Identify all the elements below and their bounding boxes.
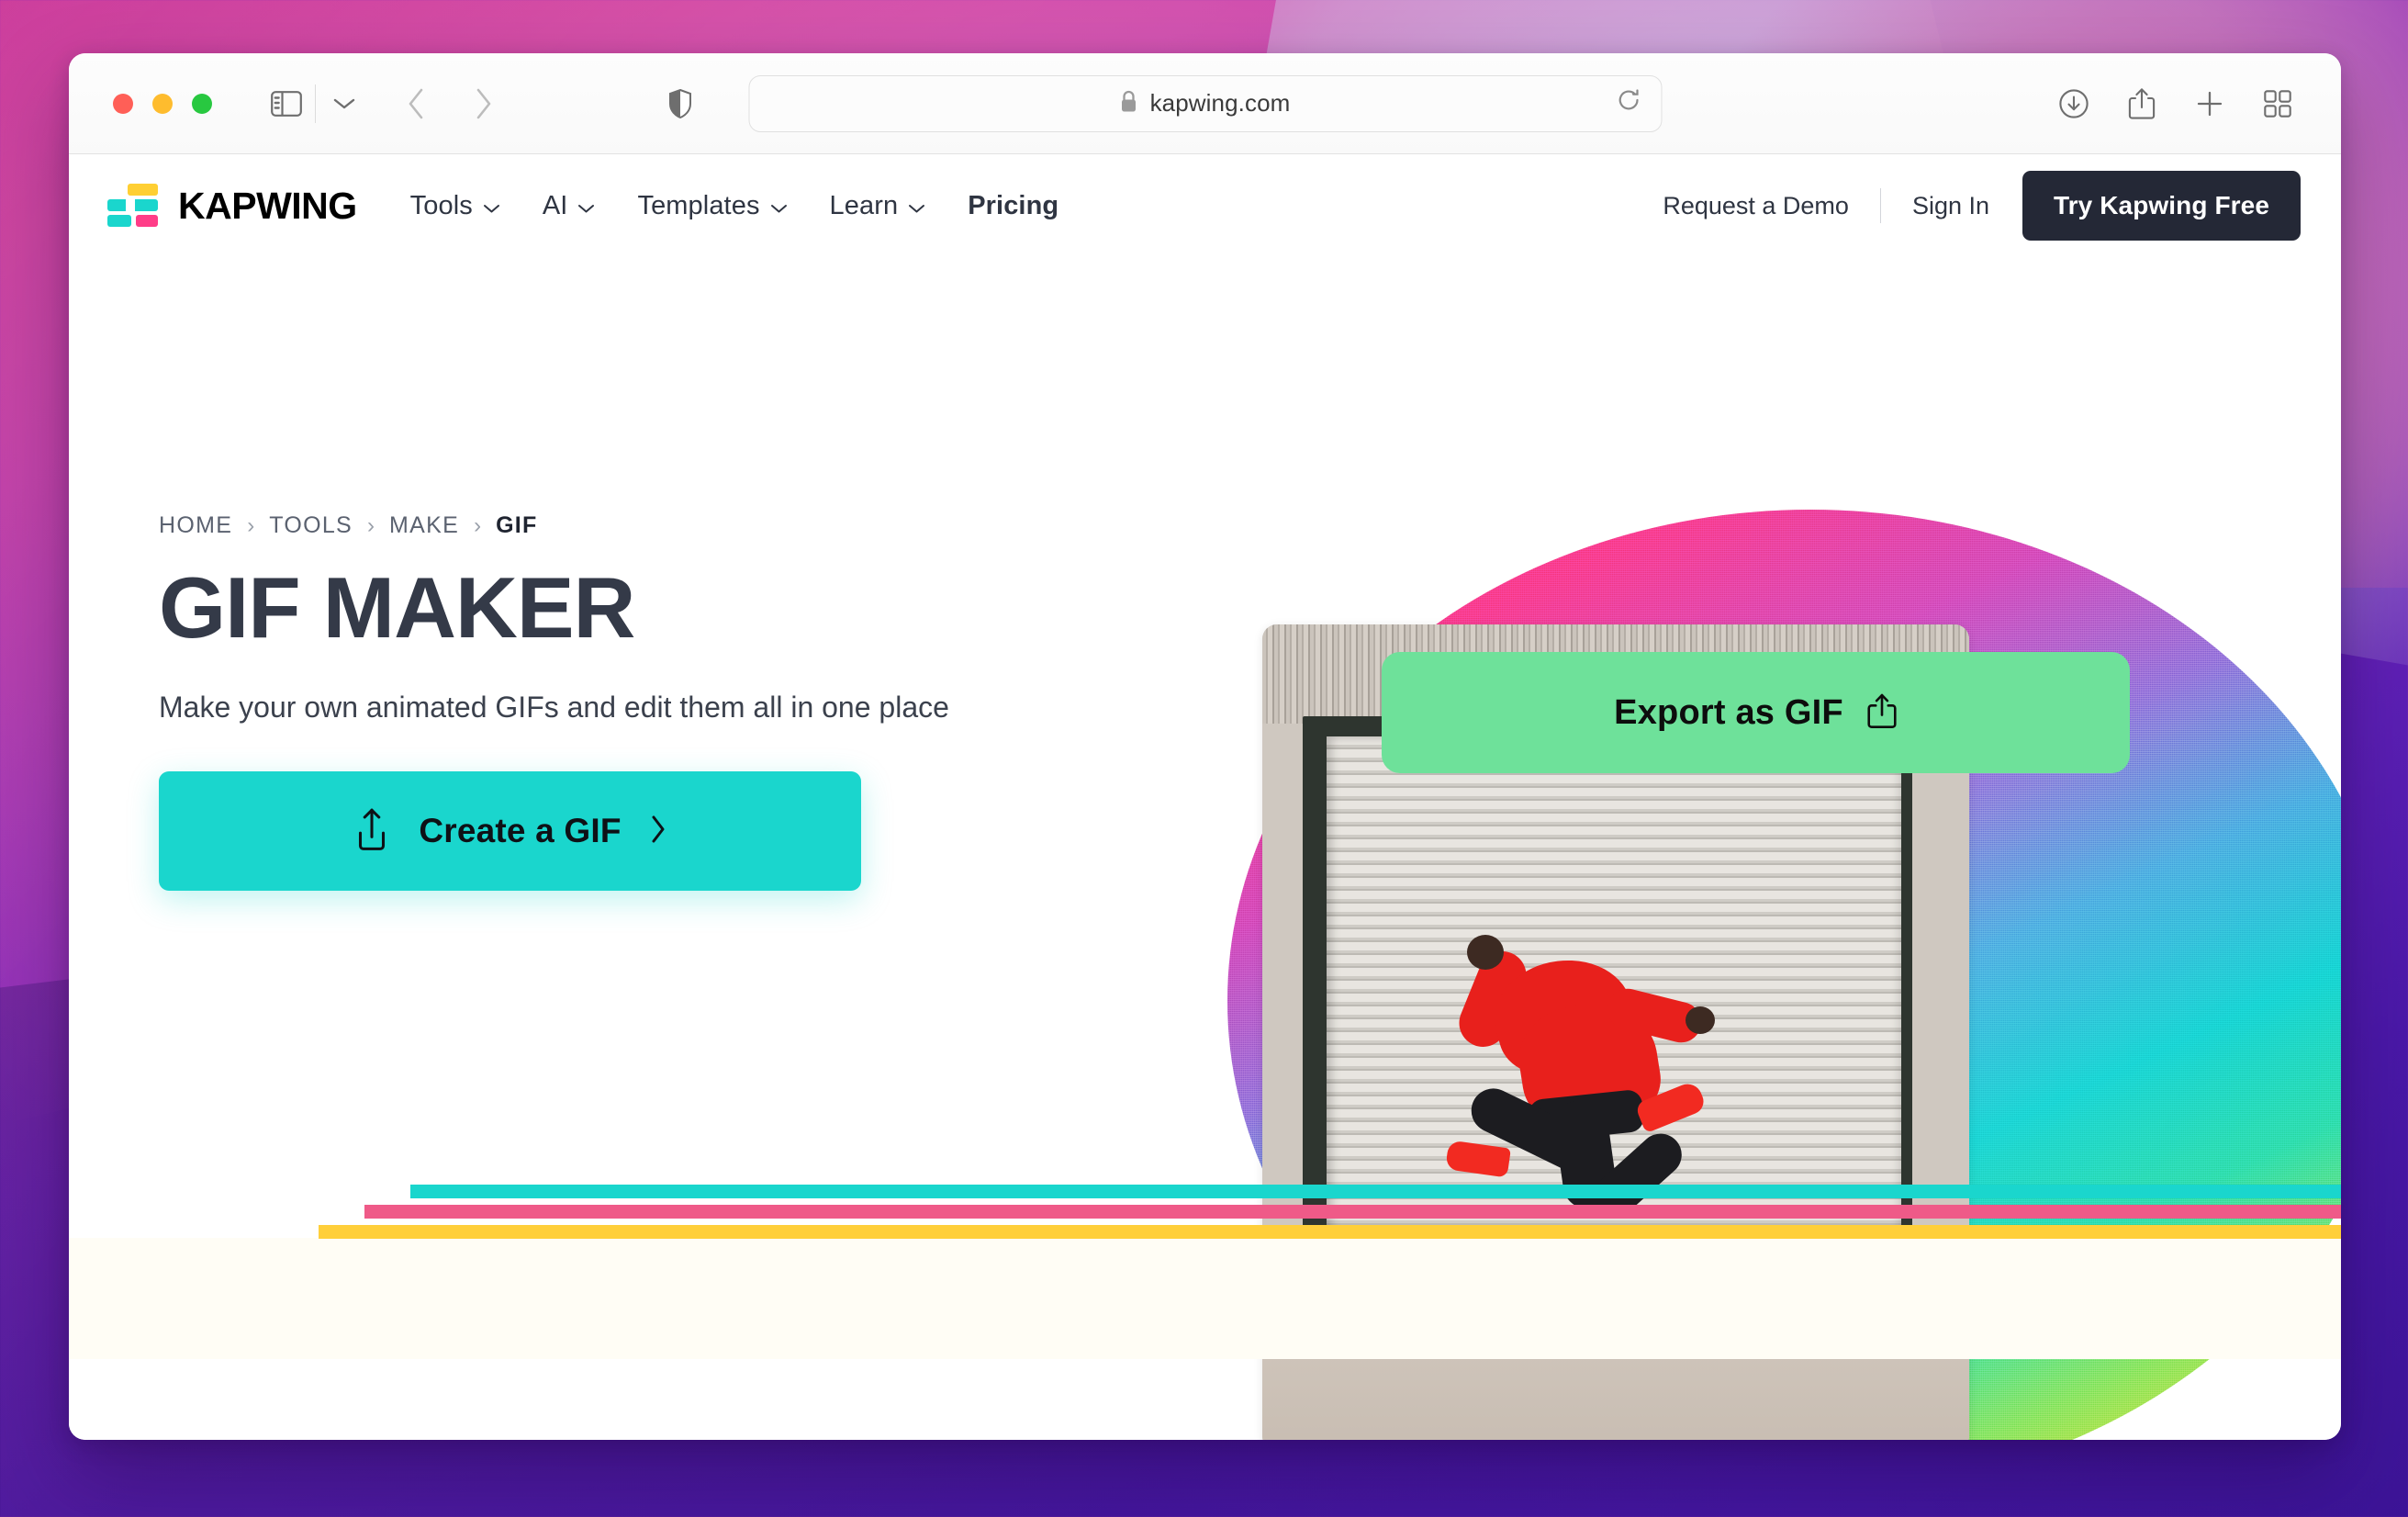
- chevron-down-icon[interactable]: [319, 79, 369, 129]
- brand-name: KAPWING: [178, 185, 357, 228]
- brand-logo[interactable]: KAPWING: [107, 184, 357, 228]
- breadcrumb-item-home[interactable]: HOME: [159, 512, 232, 539]
- nav-item-pricing[interactable]: Pricing: [968, 191, 1058, 221]
- chevron-down-icon: [483, 191, 500, 221]
- back-button[interactable]: [391, 79, 441, 129]
- breadcrumb: HOME › TOOLS › MAKE › GIF: [159, 512, 1132, 539]
- nav-label-ai: AI: [543, 191, 568, 221]
- breadcrumb-item-make[interactable]: MAKE: [389, 512, 459, 539]
- browser-window: kapwing.com: [69, 53, 2341, 1440]
- sign-in-link[interactable]: Sign In: [1881, 192, 2022, 220]
- page-content: KAPWING Tools AI Templates: [69, 154, 2341, 1440]
- nav-label-learn: Learn: [830, 191, 899, 221]
- nav-item-learn[interactable]: Learn: [830, 191, 926, 221]
- navigation-arrows: [391, 79, 509, 129]
- create-a-gif-label: Create a GIF: [419, 812, 621, 850]
- close-window-button[interactable]: [113, 94, 133, 114]
- cream-band: [69, 1238, 2341, 1359]
- export-pill-label: Export as GIF: [1614, 693, 1843, 733]
- minimize-window-button[interactable]: [152, 94, 173, 114]
- tab-overview-icon[interactable]: [2253, 79, 2302, 129]
- nav-label-templates: Templates: [637, 191, 759, 221]
- page-subtitle: Make your own animated GIFs and edit the…: [159, 686, 967, 730]
- chevron-down-icon: [577, 191, 595, 221]
- reload-icon[interactable]: [1617, 88, 1641, 118]
- jumping-person: [1441, 927, 1717, 1221]
- primary-nav: Tools AI Templates: [410, 191, 1059, 221]
- nav-item-templates[interactable]: Templates: [637, 191, 787, 221]
- privacy-shield-icon[interactable]: [655, 79, 705, 129]
- breadcrumb-item-gif: GIF: [496, 512, 538, 539]
- export-as-gif-pill[interactable]: Export as GIF: [1382, 652, 2130, 773]
- hero-section: Export as GIF HOME › TOOLS › MAKE ›: [69, 257, 2341, 1359]
- toolbar-right-actions: [2049, 79, 2312, 129]
- page-title: GIF MAKER: [159, 563, 1132, 653]
- hero-copy: HOME › TOOLS › MAKE › GIF GIF MAKER Make…: [159, 512, 1132, 891]
- upload-icon: [353, 806, 391, 857]
- forward-button[interactable]: [459, 79, 509, 129]
- address-bar[interactable]: kapwing.com: [748, 75, 1662, 132]
- stripe-pink: [364, 1205, 2341, 1219]
- traffic-lights: [113, 94, 212, 114]
- stripe-teal: [410, 1185, 2341, 1198]
- share-icon: [1866, 691, 1898, 735]
- chevron-down-icon: [908, 191, 925, 221]
- breadcrumb-separator: ›: [247, 513, 254, 539]
- downloads-icon[interactable]: [2049, 79, 2099, 129]
- try-kapwing-free-button[interactable]: Try Kapwing Free: [2022, 171, 2301, 241]
- chevron-right-icon: [649, 814, 667, 849]
- new-tab-icon[interactable]: [2185, 79, 2234, 129]
- toolbar-divider: [315, 84, 316, 123]
- lock-icon: [1120, 90, 1138, 118]
- maximize-window-button[interactable]: [192, 94, 212, 114]
- nav-item-tools[interactable]: Tools: [410, 191, 500, 221]
- breadcrumb-separator: ›: [474, 513, 481, 539]
- breadcrumb-separator: ›: [367, 513, 375, 539]
- nav-right-actions: Request a Demo Sign In Try Kapwing Free: [1663, 171, 2301, 241]
- share-icon[interactable]: [2117, 79, 2167, 129]
- decorative-stripes: [69, 1185, 2341, 1238]
- nav-item-ai[interactable]: AI: [543, 191, 596, 221]
- site-navbar: KAPWING Tools AI Templates: [69, 154, 2341, 257]
- breadcrumb-item-tools[interactable]: TOOLS: [269, 512, 353, 539]
- stripe-yellow: [319, 1225, 2341, 1239]
- nav-label-tools: Tools: [410, 191, 473, 221]
- address-bar-text[interactable]: kapwing.com: [1150, 89, 1291, 118]
- browser-toolbar: kapwing.com: [69, 53, 2341, 154]
- kapwing-logo-icon: [107, 184, 158, 228]
- address-bar-container: kapwing.com: [748, 75, 1662, 132]
- sidebar-icon[interactable]: [262, 79, 311, 129]
- chevron-down-icon: [770, 191, 788, 221]
- request-demo-link[interactable]: Request a Demo: [1663, 192, 1880, 220]
- create-a-gif-button[interactable]: Create a GIF: [159, 771, 861, 891]
- nav-label-pricing: Pricing: [968, 191, 1058, 221]
